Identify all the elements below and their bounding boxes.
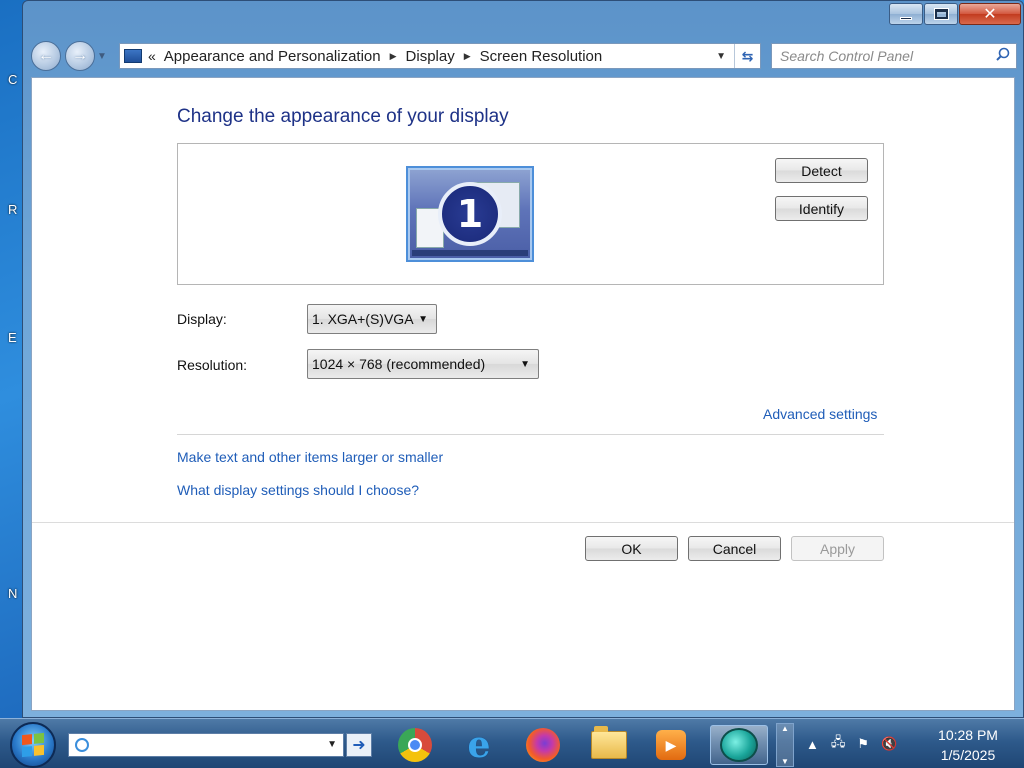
cancel-button[interactable]: Cancel [688,536,781,561]
maximize-icon [933,8,949,20]
taskbar: ▼ ➜ e ▶ ▲ ▼ ▲ 🖧 ⚑ 🔇 10:28 PM 1/5/2025 [0,718,1024,768]
address-toolbar-input[interactable]: ▼ [68,733,344,757]
go-button[interactable]: ➜ [346,733,372,757]
resolution-dropdown[interactable]: 1024 × 768 (recommended) ▼ [307,349,539,379]
internet-explorer-icon: e [467,724,491,766]
identify-button[interactable]: Identify [775,196,868,221]
clock-time: 10:28 PM [938,727,998,743]
back-button[interactable]: ← [31,41,61,71]
close-button[interactable]: ✕ [959,3,1021,25]
chrome-taskbar-button[interactable] [392,725,438,765]
firefox-taskbar-button[interactable] [520,725,566,765]
navigation-bar: ← → ▼ « Appearance and Personalization ▶… [31,37,1017,75]
control-panel-icon [720,728,758,762]
divider [32,522,1014,523]
address-dropdown-icon[interactable]: ▼ [716,51,726,62]
firefox-icon [526,728,560,762]
taskbar-scroll[interactable]: ▲ ▼ [776,723,794,767]
control-panel-window: ✕ ← → ▼ « Appearance and Personalization… [22,0,1024,718]
notification-area: ▲ 🖧 ⚑ 🔇 [800,719,897,768]
monitor-taskbar-graphic [412,250,528,256]
internet-explorer-icon [75,738,89,752]
display-settings-help-link[interactable]: What display settings should I choose? [177,482,419,498]
ok-button[interactable]: OK [585,536,678,561]
control-panel-taskbar-button[interactable] [710,725,768,765]
start-button[interactable] [10,722,56,768]
clock[interactable]: 10:28 PM 1/5/2025 [928,725,1008,765]
resolution-dropdown-value: 1024 × 768 (recommended) [312,356,486,372]
monitor-arrangement-area: 1 Detect Identify [177,143,884,285]
windows-logo-icon [22,732,44,758]
media-player-taskbar-button[interactable]: ▶ [648,725,694,765]
breadcrumb-arrow-icon[interactable]: ▶ [390,51,397,62]
breadcrumb-overflow-icon[interactable]: « [148,48,156,64]
minimize-icon [900,16,912,20]
address-bar[interactable]: « Appearance and Personalization ▶ Displ… [119,43,761,69]
desktop-icon-label: C [8,72,18,87]
breadcrumb-item[interactable]: Screen Resolution [480,48,603,65]
clock-date: 1/5/2025 [940,747,996,763]
action-center-flag-icon[interactable]: ⚑ [857,736,869,752]
desktop-icon-label: N [8,586,18,601]
chevron-down-icon[interactable]: ▼ [327,739,337,750]
breadcrumb-item[interactable]: Appearance and Personalization [164,48,381,65]
chevron-down-icon: ▼ [418,314,428,325]
divider [177,434,884,435]
page-title: Change the appearance of your display [177,106,509,127]
file-explorer-icon [591,726,627,759]
display-dropdown[interactable]: 1. XGA+(S)VGA ▼ [307,304,437,334]
show-hidden-icons-icon[interactable]: ▲ [806,737,819,752]
forward-button[interactable]: → [65,41,95,71]
media-player-icon: ▶ [656,730,686,760]
chevron-down-icon: ▼ [520,359,530,370]
search-placeholder: Search Control Panel [780,48,914,64]
volume-muted-icon[interactable]: 🔇 [881,736,897,752]
display-dropdown-value: 1. XGA+(S)VGA [312,311,414,327]
file-explorer-taskbar-button[interactable] [586,725,632,765]
chrome-icon [398,728,432,762]
minimize-button[interactable] [889,3,923,25]
display-label: Display: [177,311,227,327]
network-icon[interactable]: 🖧 [831,733,846,755]
apply-button[interactable]: Apply [791,536,884,561]
caption-buttons: ✕ [889,3,1021,25]
maximize-button[interactable] [924,3,958,25]
refresh-button[interactable]: ⇆ [734,44,760,68]
internet-explorer-taskbar-button[interactable]: e [456,724,502,766]
monitor-number: 1 [438,182,502,246]
advanced-settings-link[interactable]: Advanced settings [763,406,877,422]
monitor-1-icon[interactable]: 1 [406,166,534,262]
breadcrumb-item[interactable]: Display [406,48,455,65]
desktop-icon-label: R [8,202,18,217]
search-input[interactable]: Search Control Panel [771,43,1017,69]
resolution-label: Resolution: [177,357,248,373]
search-icon[interactable] [996,47,1010,61]
text-size-link[interactable]: Make text and other items larger or smal… [177,449,443,465]
breadcrumb-arrow-icon[interactable]: ▶ [464,51,471,62]
control-panel-icon [124,49,142,63]
screen-resolution-panel: Change the appearance of your display 1 … [31,77,1015,711]
recent-pages-dropdown-icon[interactable]: ▼ [97,51,107,62]
desktop-icon-label: E [8,330,17,345]
detect-button[interactable]: Detect [775,158,868,183]
